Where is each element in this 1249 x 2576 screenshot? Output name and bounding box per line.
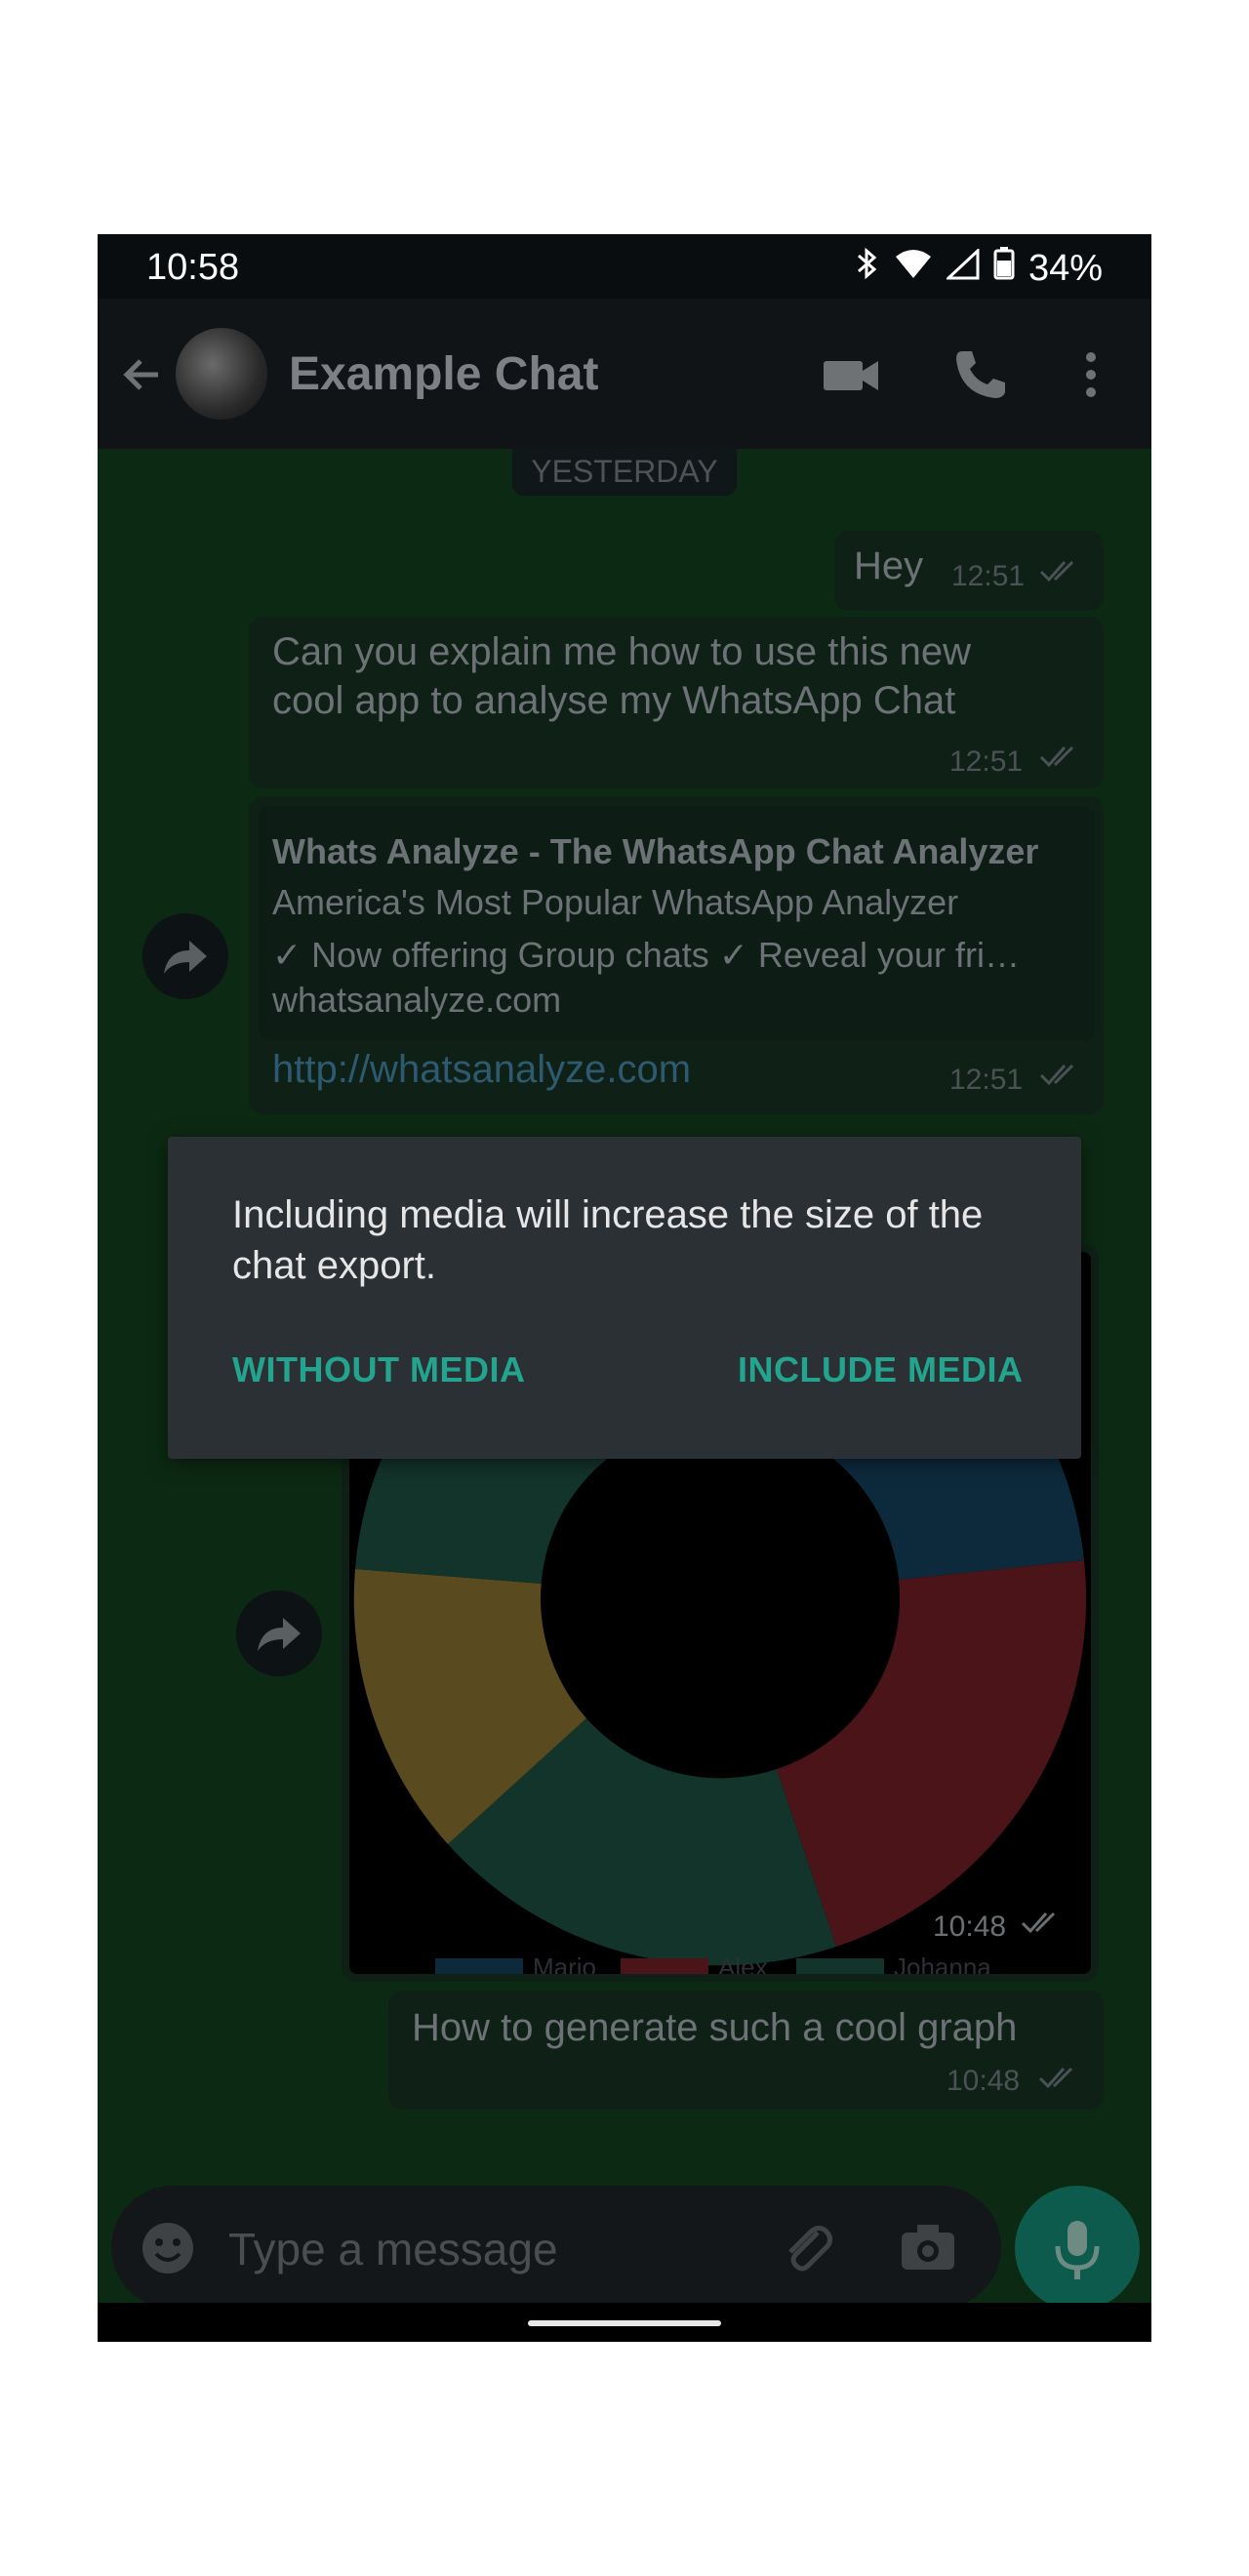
legend-swatch	[435, 1958, 523, 1974]
more-options-icon[interactable]	[1060, 343, 1122, 406]
double-check-icon	[1039, 745, 1074, 768]
export-media-dialog: Including media will increase the size o…	[168, 1137, 1081, 1459]
message-time: 10:48	[947, 2065, 1021, 2097]
battery-percent: 34%	[1027, 247, 1103, 289]
emoji-icon[interactable]	[139, 2219, 197, 2282]
dialog-message: Including media will increase the size o…	[232, 1193, 984, 1287]
phone-call-icon[interactable]	[948, 343, 1011, 406]
forward-button[interactable]	[142, 913, 228, 999]
forward-button[interactable]	[236, 1590, 322, 1676]
home-indicator[interactable]	[528, 2320, 721, 2326]
date-pill: YESTERDAY	[512, 449, 737, 496]
legend-label: Alex	[718, 1952, 768, 1974]
legend-swatch	[621, 1958, 708, 1974]
attach-icon[interactable]	[779, 2219, 837, 2282]
battery-icon	[993, 247, 1015, 290]
message-bubble-outgoing[interactable]: Hey 12:51	[834, 531, 1104, 611]
forward-icon	[164, 941, 207, 974]
legend-label: Johanna	[894, 1952, 991, 1974]
message-bubble-link[interactable]: Whats Analyze - The WhatsApp Chat Analyz…	[249, 796, 1104, 1114]
message-time: 12:51	[949, 745, 1024, 778]
status-time: 10:58	[146, 247, 240, 288]
message-text-line2: cool app to analyse my WhatsApp Chat	[272, 679, 956, 722]
message-text: Hey	[854, 544, 924, 587]
message-bubble-outgoing[interactable]: How to generate such a cool graph 10:48	[388, 1991, 1104, 2110]
message-time: 10:48	[933, 1911, 1007, 1943]
link-subtitle: America's Most Popular WhatsApp Analyzer	[272, 882, 959, 922]
status-bar: 10:58 34%	[98, 234, 1151, 299]
without-media-button[interactable]: WITHOUT MEDIA	[232, 1349, 525, 1390]
video-call-icon[interactable]	[820, 343, 882, 406]
double-check-icon	[1038, 2067, 1073, 2089]
double-check-icon	[1039, 1064, 1074, 1086]
include-media-button[interactable]: INCLUDE MEDIA	[738, 1349, 1024, 1390]
message-text-line1: Can you explain me how to use this new	[272, 630, 971, 673]
chat-toolbar: Example Chat	[98, 299, 1151, 449]
message-composer[interactable]: Type a message	[111, 2186, 1001, 2309]
mic-button[interactable]	[1015, 2186, 1140, 2311]
mic-icon	[1055, 2221, 1100, 2279]
forward-icon	[258, 1618, 301, 1651]
link-domain: whatsanalyze.com	[272, 980, 562, 1020]
legend-label: Mario	[533, 1952, 597, 1974]
link-preview[interactable]: Whats Analyze - The WhatsApp Chat Analyz…	[259, 806, 1094, 1040]
camera-icon[interactable]	[898, 2217, 958, 2282]
message-time: 12:51	[949, 1064, 1024, 1096]
bluetooth-icon	[855, 246, 880, 291]
chart-legend: Mario Alex Johanna	[435, 1952, 1021, 1974]
message-bubble-outgoing[interactable]: Can you explain me how to use this new c…	[249, 617, 1104, 788]
message-time: 12:51	[951, 560, 1026, 592]
phone-screen: 10:58 34% Example Chat YESTERDAY Hey 12:…	[98, 234, 1151, 2342]
link-url[interactable]: http://whatsanalyze.com	[272, 1048, 691, 1092]
legend-swatch	[796, 1958, 884, 1974]
message-input-placeholder[interactable]: Type a message	[228, 2223, 558, 2275]
signal-icon	[945, 247, 980, 290]
wifi-icon	[894, 248, 933, 290]
link-title: Whats Analyze - The WhatsApp Chat Analyz…	[272, 831, 1039, 871]
link-description: ✓ Now offering Group chats ✓ Reveal your…	[272, 935, 1020, 975]
message-text: How to generate such a cool graph	[412, 2006, 1018, 2049]
double-check-icon	[1021, 1912, 1056, 1934]
back-arrow-icon[interactable]	[115, 347, 170, 402]
avatar[interactable]	[176, 328, 267, 420]
double-check-icon	[1039, 560, 1074, 583]
chat-title[interactable]: Example Chat	[289, 347, 598, 401]
